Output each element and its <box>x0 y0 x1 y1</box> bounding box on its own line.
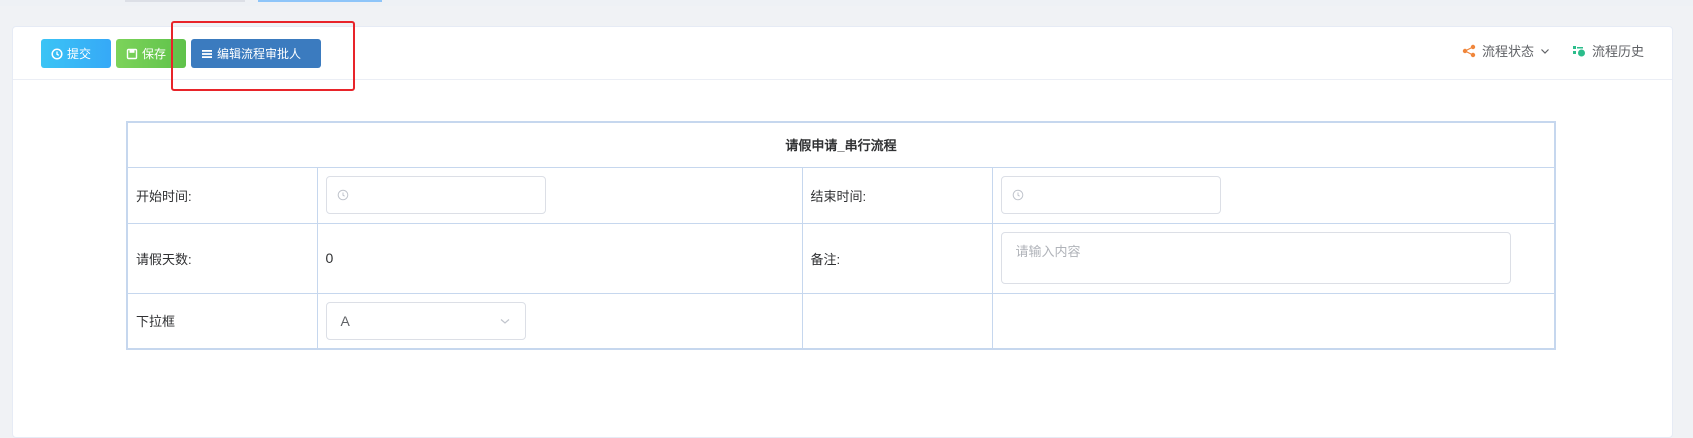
flow-chart-icon <box>1462 44 1476 57</box>
remark-label: 备注: <box>801 222 993 294</box>
start-time-cell <box>316 166 803 224</box>
submit-label: 提交 <box>67 47 92 61</box>
empty-cell <box>991 292 1556 350</box>
dropdown-value: A <box>340 312 350 329</box>
top-tab-strip <box>0 0 1693 6</box>
form-title: 请假申请_串行流程 <box>126 121 1556 168</box>
remark-cell: 请输入内容 <box>991 222 1556 294</box>
highlight-box <box>171 21 355 91</box>
clock-icon <box>337 189 348 201</box>
clock-icon <box>51 47 63 60</box>
flow-status-dropdown[interactable]: 流程状态 <box>1462 41 1550 60</box>
flow-history-link[interactable]: 流程历史 <box>1572 41 1644 60</box>
dropdown-label: 下拉框 <box>126 292 318 350</box>
leave-days-value: 0 <box>316 222 803 294</box>
start-time-input[interactable] <box>325 176 546 214</box>
form-card: 提交 保存 编辑流程审批人 流程状态 流程历史 请假申请_串行流程 开始时间: … <box>12 21 1673 438</box>
end-time-label: 结束时间: <box>801 166 993 224</box>
dropdown-select[interactable]: A <box>325 301 526 340</box>
toolbar-right: 流程状态 流程历史 <box>1462 41 1644 60</box>
chevron-down-icon <box>1541 48 1549 54</box>
floppy-icon <box>126 48 138 59</box>
start-time-label: 开始时间: <box>126 166 318 224</box>
submit-button[interactable]: 提交 <box>41 39 111 68</box>
flow-status-label: 流程状态 <box>1481 44 1534 59</box>
flow-history-label: 流程历史 <box>1591 44 1644 59</box>
dropdown-cell: A <box>316 292 803 350</box>
toolbar: 提交 保存 编辑流程审批人 流程状态 流程历史 <box>13 21 1672 91</box>
end-time-cell <box>991 166 1556 224</box>
remark-textarea[interactable]: 请输入内容 <box>1000 232 1511 284</box>
save-label: 保存 <box>142 47 167 61</box>
history-icon <box>1572 45 1585 56</box>
chevron-down-icon <box>500 318 509 324</box>
leave-days-label: 请假天数: <box>126 222 318 294</box>
tab-indicator[interactable] <box>125 0 245 2</box>
leave-form-table: 请假申请_串行流程 开始时间: 结束时间: 请假天数: 0 备注: 请输入内容 <box>126 121 1556 350</box>
end-time-input[interactable] <box>1000 176 1221 214</box>
clock-icon <box>1012 189 1023 201</box>
empty-cell <box>801 292 993 350</box>
tab-indicator-active[interactable] <box>258 0 382 2</box>
